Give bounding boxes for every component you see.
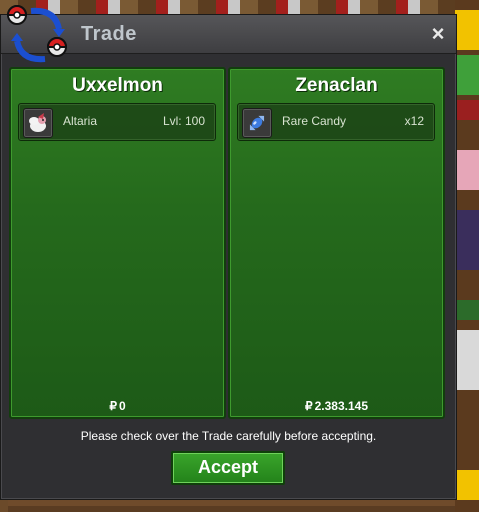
currency-icon: ₽ <box>304 399 313 413</box>
window-title: Trade <box>81 23 137 45</box>
trade-window: Trade × Uxxelmon Altaria Lvl: 100 ₽ 0 Ze… <box>0 5 457 500</box>
rare-candy-icon <box>242 108 272 138</box>
accept-button[interactable]: Accept <box>171 451 285 485</box>
game-sidebar-strip <box>455 0 479 512</box>
trade-panel-partner: Zenaclan Rare Candy x12 ₽2.383.145 <box>228 67 445 419</box>
item-name: Altaria <box>63 114 98 128</box>
sidebar-chip <box>455 55 479 95</box>
player-name: Uxxelmon <box>72 75 163 96</box>
item-quantity: x12 <box>404 114 424 128</box>
trade-item-slot[interactable]: Rare Candy x12 <box>237 103 435 141</box>
sidebar-chip <box>455 330 479 390</box>
close-icon: × <box>431 21 445 46</box>
sidebar-chip <box>455 100 479 120</box>
pokemon-icon <box>23 108 53 138</box>
currency-icon: ₽ <box>109 399 117 413</box>
sidebar-chip <box>455 470 479 500</box>
close-button[interactable]: × <box>428 21 448 46</box>
trade-exchange-icon <box>6 5 68 63</box>
sidebar-chip <box>455 300 479 320</box>
trade-panel-self: Uxxelmon Altaria Lvl: 100 ₽0 <box>9 67 226 419</box>
trade-notice: Please check over the Trade carefully be… <box>80 429 377 443</box>
item-level: Lvl: 100 <box>162 114 205 128</box>
sidebar-chip <box>455 210 479 270</box>
money-amount: 2.383.145 <box>314 399 369 413</box>
money-offer: ₽0 <box>11 399 224 413</box>
money-amount: 0 <box>118 399 126 413</box>
money-offer: ₽2.383.145 <box>230 399 443 413</box>
item-name: Rare Candy <box>282 114 347 128</box>
trade-item-slot[interactable]: Altaria Lvl: 100 <box>18 103 216 141</box>
sidebar-chip <box>455 150 479 190</box>
sidebar-chip <box>455 10 479 50</box>
player-name: Zenaclan <box>295 75 378 96</box>
